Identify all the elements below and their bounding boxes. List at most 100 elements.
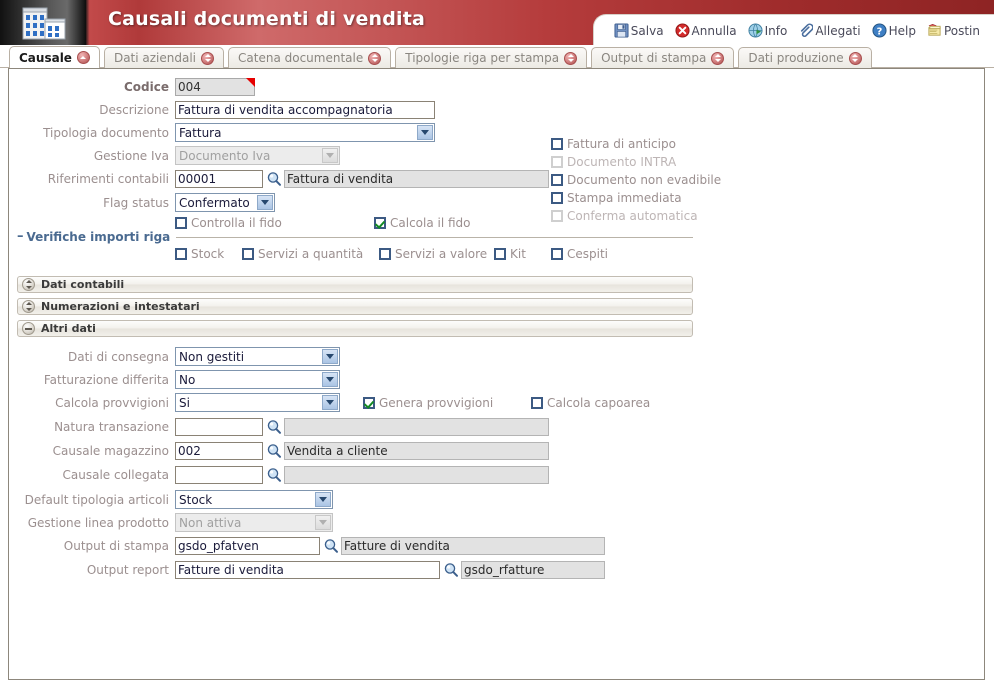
- magnifier-icon[interactable]: [265, 419, 282, 436]
- checkbox-documento-non-evadibile[interactable]: Documento non evadibile: [551, 173, 721, 187]
- field-row-flag-status: Flag status Confermato: [9, 193, 275, 212]
- collapse-icon[interactable]: [22, 322, 35, 335]
- field-row-causale-magazzino: Causale magazzino Vendita a cliente: [9, 442, 549, 460]
- fatturazione-differita-select[interactable]: No: [175, 370, 340, 389]
- tab-causale-label: Causale: [19, 50, 72, 65]
- help-icon: ?: [872, 23, 887, 38]
- toolbar-help-label: Help: [888, 23, 916, 38]
- calcola-il-fido-checkbox[interactable]: [374, 217, 386, 229]
- descrizione-input[interactable]: [175, 101, 435, 119]
- servizi-a-quantita-checkbox[interactable]: [242, 248, 254, 260]
- chevron-down-icon[interactable]: [322, 395, 338, 410]
- chevron-down-icon[interactable]: [322, 349, 338, 364]
- toolbar-postit-label: Postin: [943, 23, 980, 38]
- calcola-il-fido-label: Calcola il fido: [390, 216, 471, 230]
- fattura-di-anticipo-label: Fattura di anticipo: [567, 137, 676, 151]
- servizi-a-valore-checkbox[interactable]: [379, 248, 391, 260]
- output-report-code-input[interactable]: [175, 561, 440, 579]
- checkbox-fattura-di-anticipo[interactable]: Fattura di anticipo: [551, 137, 676, 151]
- label-output-di-stampa: Output di stampa: [63, 539, 169, 553]
- flag-status-select[interactable]: Confermato: [175, 193, 275, 212]
- stampa-immediata-label: Stampa immediata: [567, 191, 682, 205]
- kit-checkbox[interactable]: [494, 248, 506, 260]
- checkbox-calcola-il-fido[interactable]: Calcola il fido: [374, 216, 471, 230]
- window-title: Causali documenti di vendita: [108, 8, 426, 30]
- checkbox-genera-provvigioni[interactable]: Genera provvigioni: [363, 396, 493, 410]
- checkbox-servizi-a-valore[interactable]: Servizi a valore: [379, 247, 487, 261]
- section-numerazioni-e-intestatari[interactable]: Numerazioni e intestatari: [17, 298, 693, 315]
- attachment-icon: [798, 23, 814, 38]
- toolbar-attachments-button[interactable]: Allegati: [794, 22, 864, 39]
- toolbar-cancel-button[interactable]: Annulla: [671, 22, 741, 39]
- field-row-calcola-provvigioni: Calcola provvigioni Si: [9, 393, 340, 412]
- magnifier-icon[interactable]: [265, 443, 282, 460]
- flag-status-value: Confermato: [179, 195, 250, 210]
- postit-icon: [927, 23, 942, 38]
- stock-checkbox[interactable]: [175, 248, 187, 260]
- checkbox-kit[interactable]: Kit: [494, 247, 526, 261]
- causale-collegata-code-input[interactable]: [175, 466, 263, 484]
- fattura-di-anticipo-checkbox[interactable]: [551, 138, 563, 150]
- conferma-automatica-checkbox: [551, 210, 563, 222]
- tab-dati-produzione-label: Dati produzione: [748, 51, 844, 65]
- toolbar-info-button[interactable]: Info: [744, 22, 792, 39]
- calcola-provvigioni-select[interactable]: Si: [175, 393, 340, 412]
- servizi-a-quantita-label: Servizi a quantità: [258, 247, 364, 261]
- tab-dati-produzione[interactable]: Dati produzione: [738, 47, 872, 68]
- chevron-down-icon[interactable]: [322, 372, 338, 387]
- verifiche-importi-riga-toggle[interactable]: –: [17, 230, 24, 243]
- dati-di-consegna-select[interactable]: Non gestiti: [175, 347, 340, 366]
- expand-icon[interactable]: [22, 278, 35, 291]
- output-di-stampa-code-input[interactable]: [175, 537, 320, 555]
- codice-input[interactable]: [175, 78, 255, 96]
- tipologia-documento-select[interactable]: Fattura: [175, 123, 435, 142]
- section-numerazioni-e-intestatari-label: Numerazioni e intestatari: [41, 300, 200, 313]
- calcola-capoarea-label: Calcola capoarea: [547, 396, 651, 410]
- magnifier-icon[interactable]: [322, 538, 339, 555]
- causale-magazzino-code-input[interactable]: [175, 442, 263, 460]
- toolbar-postit-button[interactable]: Postin: [923, 22, 984, 39]
- stampa-immediata-checkbox[interactable]: [551, 192, 563, 204]
- tab-catena-documentale[interactable]: Catena documentale: [228, 47, 392, 68]
- checkbox-documento-intra: Documento INTRA: [551, 155, 676, 169]
- cespiti-checkbox[interactable]: [551, 248, 563, 260]
- riferimenti-contabili-code-input[interactable]: [175, 170, 263, 188]
- magnifier-icon[interactable]: [265, 171, 282, 188]
- label-tipologia-documento: Tipologia documento: [43, 125, 169, 140]
- documento-intra-label: Documento INTRA: [567, 155, 677, 169]
- checkbox-cespiti[interactable]: Cespiti: [551, 247, 608, 261]
- genera-provvigioni-checkbox[interactable]: [363, 397, 375, 409]
- toolbar-save-button[interactable]: Salva: [610, 22, 668, 39]
- field-row-causale-collegata: Causale collegata: [9, 466, 549, 484]
- chevron-down-icon[interactable]: [257, 195, 273, 210]
- toolbar-info-label: Info: [764, 23, 788, 38]
- section-altri-dati[interactable]: Altri dati: [17, 320, 693, 337]
- controlla-il-fido-checkbox[interactable]: [175, 217, 187, 229]
- gestione-iva-value: Documento Iva: [179, 148, 271, 163]
- calcola-capoarea-checkbox[interactable]: [531, 397, 543, 409]
- tab-causale[interactable]: Causale: [9, 46, 100, 68]
- section-dati-contabili[interactable]: Dati contabili: [17, 276, 693, 293]
- documento-non-evadibile-checkbox[interactable]: [551, 174, 563, 186]
- expand-icon[interactable]: [22, 300, 35, 313]
- label-output-report: Output report: [86, 563, 169, 577]
- label-gestione-iva: Gestione Iva: [93, 148, 169, 163]
- toolbar-help-button[interactable]: ? Help: [868, 22, 920, 39]
- field-row-output-di-stampa: Output di stampa Fatture di vendita: [9, 537, 605, 555]
- checkbox-conferma-automatica: Conferma automatica: [551, 209, 698, 223]
- checkbox-stock[interactable]: Stock: [175, 247, 224, 261]
- checkbox-calcola-capoarea[interactable]: Calcola capoarea: [531, 396, 650, 410]
- checkbox-servizi-a-quantita[interactable]: Servizi a quantità: [242, 247, 363, 261]
- magnifier-icon[interactable]: [442, 562, 459, 579]
- magnifier-icon[interactable]: [265, 467, 282, 484]
- checkbox-controlla-il-fido[interactable]: Controlla il fido: [175, 216, 282, 230]
- tab-dati-aziendali[interactable]: Dati aziendali: [103, 47, 225, 68]
- checkbox-stampa-immediata[interactable]: Stampa immediata: [551, 191, 682, 205]
- chevron-down-icon[interactable]: [315, 492, 331, 507]
- tab-tipologie-riga-per-stampa[interactable]: Tipologie riga per stampa: [395, 47, 588, 68]
- toolbar-cancel-label: Annulla: [691, 23, 737, 38]
- default-tipologia-articoli-select[interactable]: Stock: [175, 490, 333, 509]
- tab-output-di-stampa[interactable]: Output di stampa: [591, 47, 735, 68]
- natura-transazione-code-input[interactable]: [175, 418, 263, 436]
- chevron-down-icon[interactable]: [417, 125, 433, 140]
